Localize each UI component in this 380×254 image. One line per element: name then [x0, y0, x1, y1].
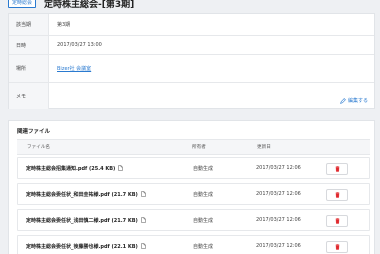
detail-row-datetime: 日時 2017/03/27 13:00 [9, 36, 374, 55]
detail-row-term: 該当期 第3期 [9, 14, 374, 36]
page-title: 定時株主総会-[第3期] [44, 0, 135, 10]
detail-value: 2017/03/27 13:00 [57, 42, 102, 48]
document-icon [141, 243, 146, 249]
edit-link[interactable]: 編集する [340, 97, 368, 104]
edit-link-label: 編集する [347, 98, 368, 104]
file-row: 定時株主総会委任状_和田圭祐様.pdf (21.7 KB) 自動生成 2017/… [17, 183, 370, 205]
file-updated: 2017/03/27 12:06 [256, 243, 301, 249]
page-header: 定時総会 定時株主総会-[第3期] [0, 0, 380, 13]
section-title: 関連ファイル [17, 129, 51, 135]
document-icon [141, 217, 146, 223]
files-table-header: ファイル名 所有者 更新日 [17, 139, 370, 155]
file-updated: 2017/03/27 12:06 [256, 165, 301, 171]
trash-icon [335, 244, 339, 250]
file-row: 定時株主総会招集通知.pdf (25.4 KB) 自動生成 2017/03/27… [17, 157, 370, 179]
delete-button[interactable] [326, 189, 348, 201]
related-files-card: 関連ファイル ファイル名 所有者 更新日 定時株主総会招集通知.pdf (25.… [8, 120, 375, 254]
file-owner: 自動生成 [193, 191, 214, 198]
delete-button[interactable] [326, 241, 348, 253]
file-updated: 2017/03/27 12:06 [256, 191, 301, 197]
column-header-name: ファイル名 [27, 145, 50, 150]
trash-icon [335, 166, 339, 172]
detail-label: メモ [9, 83, 49, 109]
file-name-cell[interactable]: 定時株主総会招集通知.pdf (25.4 KB) [26, 158, 124, 178]
file-owner: 自動生成 [193, 217, 214, 224]
detail-row-memo: メモ [9, 83, 374, 109]
file-name-cell[interactable]: 定時株主総会委任状_浅田慎二様.pdf (21.7 KB) [26, 210, 146, 230]
pencil-icon [340, 97, 346, 104]
document-icon [141, 191, 146, 197]
document-icon [118, 165, 124, 171]
meeting-detail-card: 該当期 第3期 日時 2017/03/27 13:00 場所 Bizer社 会議… [8, 13, 375, 109]
meeting-type-badge: 定時総会 [8, 0, 37, 8]
detail-value: 第3期 [57, 22, 71, 28]
detail-row-place: 場所 Bizer社 会議室 [9, 55, 374, 83]
place-link[interactable]: Bizer社 会議室 [57, 55, 91, 82]
delete-button[interactable] [326, 163, 348, 175]
file-name[interactable]: 定時株主総会委任状_浅田慎二様.pdf (21.7 KB) [26, 217, 138, 224]
file-name[interactable]: 定時株主総会委任状_和田圭祐様.pdf (21.7 KB) [26, 191, 138, 198]
trash-icon [335, 218, 339, 224]
file-owner: 自動生成 [193, 165, 214, 172]
detail-label: 日時 [9, 36, 49, 54]
detail-label: 該当期 [9, 14, 49, 35]
file-name-cell[interactable]: 定時株主総会委任状_和田圭祐様.pdf (21.7 KB) [26, 184, 146, 204]
file-name-cell[interactable]: 定時株主総会委任状_後藤勝也様.pdf (22.1 KB) [26, 236, 146, 254]
file-row: 定時株主総会委任状_浅田慎二様.pdf (21.7 KB) 自動生成 2017/… [17, 209, 370, 231]
file-name[interactable]: 定時株主総会招集通知.pdf (25.4 KB) [26, 165, 115, 172]
column-header-owner: 所有者 [192, 145, 206, 150]
file-name[interactable]: 定時株主総会委任状_後藤勝也様.pdf (22.1 KB) [26, 243, 138, 250]
file-row: 定時株主総会委任状_後藤勝也様.pdf (22.1 KB) 自動生成 2017/… [17, 235, 370, 254]
delete-button[interactable] [326, 215, 348, 227]
file-owner: 自動生成 [193, 243, 214, 250]
trash-icon [335, 192, 339, 198]
column-header-updated: 更新日 [257, 145, 271, 150]
file-updated: 2017/03/27 12:06 [256, 217, 301, 223]
detail-label: 場所 [9, 55, 49, 82]
